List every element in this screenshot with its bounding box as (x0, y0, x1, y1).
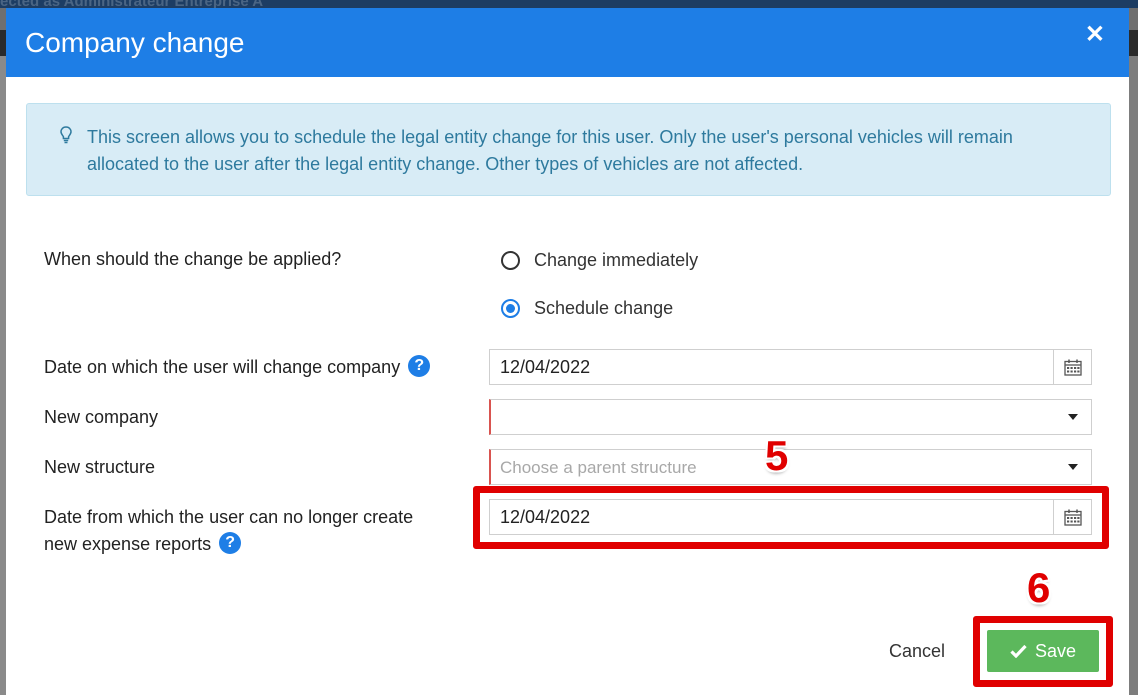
save-button[interactable]: Save (987, 630, 1099, 672)
change-date-label-text: Date on which the user will change compa… (44, 357, 401, 377)
annotation-box-5 (473, 486, 1109, 549)
lightbulb-icon (60, 126, 72, 149)
schedule-change-label: Schedule change (534, 298, 674, 318)
schedule-change-option[interactable]: Schedule change (501, 298, 673, 319)
help-icon[interactable]: ? (408, 355, 431, 378)
expense-date-label: Date from which the user can no longer c… (44, 504, 413, 558)
cancel-button[interactable]: Cancel (889, 641, 945, 662)
chevron-down-icon (1068, 414, 1078, 420)
background-right-edge (1128, 56, 1138, 695)
expense-date-label-line2: new expense reports (44, 534, 212, 554)
change-date-field (489, 349, 1092, 385)
info-text: This screen allows you to schedule the l… (87, 127, 1013, 174)
close-icon[interactable]: ✕ (1085, 20, 1105, 49)
schedule-change-radio[interactable] (501, 299, 520, 318)
modal-title: Company change (25, 27, 245, 58)
new-company-label: New company (44, 407, 159, 427)
change-date-input[interactable] (500, 350, 1000, 384)
calendar-icon[interactable] (1053, 350, 1091, 384)
change-date-label: Date on which the user will change compa… (44, 354, 431, 381)
annotation-number-5: 5 (765, 432, 789, 479)
check-icon (1010, 644, 1027, 658)
expense-date-label-line1: Date from which the user can no longer c… (44, 507, 414, 527)
change-immediately-option[interactable]: Change immediately (501, 250, 698, 271)
modal-header: Company change ✕ (6, 8, 1129, 77)
change-immediately-label: Change immediately (534, 250, 699, 270)
change-immediately-radio[interactable] (501, 251, 520, 270)
new-company-select[interactable] (489, 399, 1092, 435)
new-structure-select[interactable]: Choose a parent structure (489, 449, 1092, 485)
when-label: When should the change be applied? (44, 249, 342, 269)
help-icon[interactable]: ? (219, 532, 242, 555)
save-label: Save (1034, 640, 1077, 661)
new-structure-label: New structure (44, 457, 156, 477)
company-change-modal: Company change ✕ This screen allows you … (6, 8, 1129, 695)
expense-date-label-line2-wrap: new expense reports? (44, 531, 413, 558)
info-alert: This screen allows you to schedule the l… (26, 103, 1111, 196)
new-structure-placeholder: Choose a parent structure (500, 458, 697, 477)
annotation-number-6: 6 (1027, 564, 1051, 611)
chevron-down-icon (1068, 464, 1078, 470)
